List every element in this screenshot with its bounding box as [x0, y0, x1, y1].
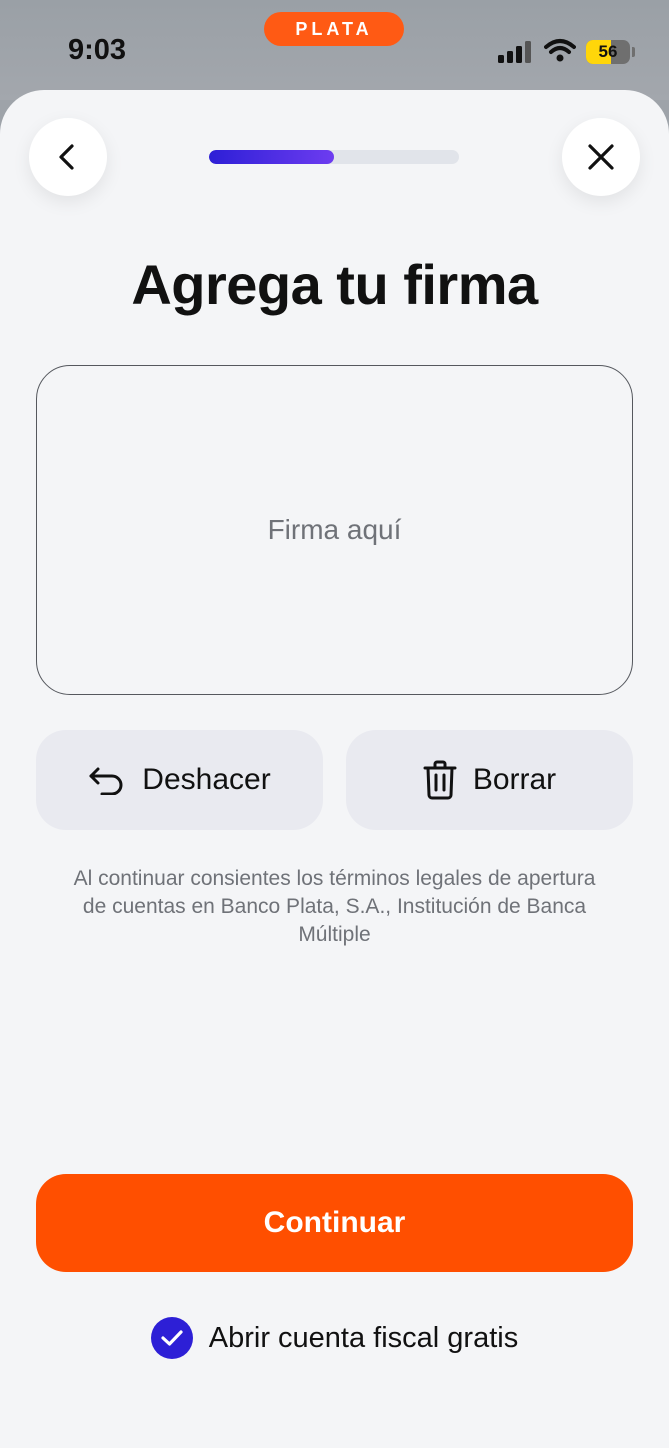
continue-button[interactable]: Continuar	[36, 1174, 633, 1272]
close-icon	[588, 144, 614, 170]
status-time: 9:03	[68, 34, 127, 66]
status-bar: 9:03 PLATA 56	[0, 0, 669, 100]
battery-level: 56	[598, 42, 618, 61]
undo-icon	[89, 767, 123, 795]
chevron-left-icon	[59, 144, 74, 170]
clear-label: Borrar	[472, 763, 557, 796]
progress-bar-fill	[209, 150, 334, 164]
brand-logo: PLATA	[264, 12, 404, 46]
signature-placeholder: Firma aquí	[267, 514, 402, 545]
checkmark-icon	[161, 1330, 183, 1346]
fiscal-account-checkbox[interactable]	[150, 1317, 193, 1359]
trash-icon	[423, 760, 457, 800]
battery-icon: 56	[586, 40, 630, 64]
close-button[interactable]	[562, 118, 640, 196]
undo-button[interactable]: Deshacer	[36, 730, 323, 830]
battery-cap	[632, 47, 635, 57]
wifi-icon	[544, 39, 576, 62]
undo-label: Deshacer	[142, 763, 271, 796]
page-title: Agrega tu firma	[131, 253, 538, 316]
clear-button[interactable]: Borrar	[346, 730, 633, 830]
fiscal-account-option[interactable]: Abrir cuenta fiscal gratis	[0, 1316, 669, 1360]
fiscal-account-label: Abrir cuenta fiscal gratis	[208, 1321, 519, 1354]
legal-disclaimer: Al continuar consientes los términos leg…	[73, 867, 596, 946]
back-button[interactable]	[29, 118, 107, 196]
signature-sheet: Agrega tu firma Firma aquí Deshacer Borr…	[0, 90, 669, 1448]
signature-pad[interactable]: Firma aquí	[36, 365, 633, 695]
progress-bar	[209, 150, 459, 164]
cellular-signal-icon	[498, 41, 531, 63]
